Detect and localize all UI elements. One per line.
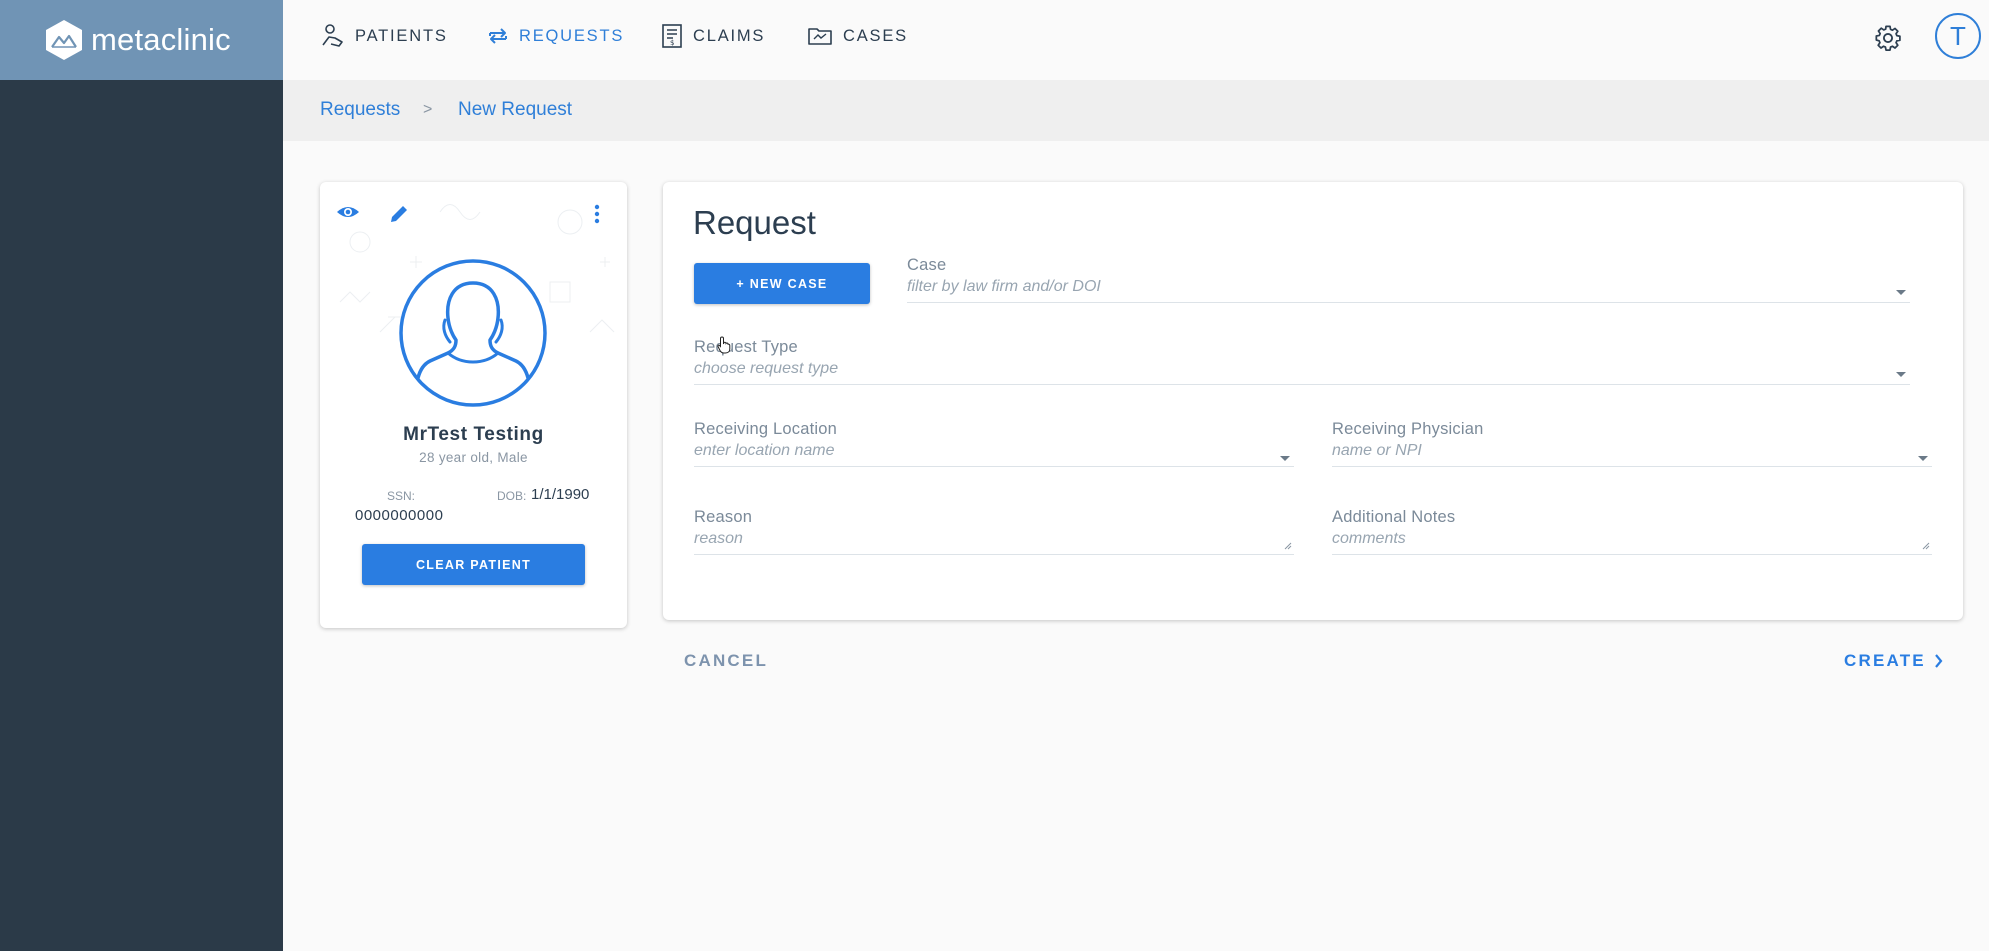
clear-patient-button[interactable]: CLEAR PATIENT [362, 544, 585, 585]
reason-textarea[interactable] [694, 527, 1294, 555]
claim-document-icon: $ [662, 24, 682, 48]
new-case-button[interactable]: + NEW CASE [694, 263, 870, 304]
case-label: Case [907, 256, 947, 274]
ssn-value: 0000000000 [355, 507, 444, 524]
breadcrumb: Requests > New Request [283, 80, 1989, 141]
request-title: Request [693, 204, 816, 241]
breadcrumb-separator: > [423, 101, 433, 118]
chevron-right-icon [1934, 654, 1943, 668]
chevron-down-icon[interactable] [1918, 456, 1928, 461]
receiving-location-input[interactable] [694, 439, 1294, 467]
chevron-down-icon[interactable] [1896, 372, 1906, 377]
create-label: CREATE [1844, 651, 1926, 670]
reason-field: Reason [694, 508, 1294, 555]
patient-hand-icon [322, 24, 343, 47]
patient-card: MrTest Testing 28 year old, Male SSN: 00… [320, 182, 627, 628]
additional-notes-textarea[interactable] [1332, 527, 1932, 555]
request-form-card: Request + NEW CASE Case Request Type Rec… [663, 182, 1963, 620]
case-field: Case [907, 256, 1910, 303]
nav-patients[interactable]: PATIENTS [321, 18, 448, 54]
nav-claims[interactable]: $ CLAIMS [661, 18, 765, 54]
more-vertical-icon[interactable] [593, 204, 601, 224]
case-input[interactable] [907, 275, 1910, 303]
request-type-select[interactable] [694, 357, 1910, 385]
folder-case-icon [808, 28, 832, 45]
request-type-field: Request Type [694, 338, 1910, 385]
eye-icon[interactable] [336, 204, 360, 220]
chevron-down-icon[interactable] [1280, 456, 1290, 461]
breadcrumb-requests-link[interactable]: Requests [320, 99, 400, 121]
receiving-location-label: Receiving Location [694, 420, 838, 438]
resize-grip-icon[interactable] [1284, 542, 1292, 550]
nav-requests[interactable]: REQUESTS [487, 18, 624, 54]
breadcrumb-current: New Request [458, 99, 573, 120]
create-button[interactable]: CREATE [1844, 651, 1943, 671]
chevron-down-icon[interactable] [1896, 290, 1906, 295]
receiving-physician-field: Receiving Physician [1332, 420, 1932, 467]
resize-grip-icon[interactable] [1922, 542, 1930, 550]
person-avatar-icon [399, 259, 547, 407]
sidebar: metaclinic [0, 0, 283, 951]
nav-claims-label: CLAIMS [693, 26, 766, 45]
reason-label: Reason [694, 508, 753, 526]
ssn-label: SSN: [387, 489, 416, 503]
repeat-arrows-icon [489, 28, 507, 44]
user-avatar-button[interactable]: T [1935, 13, 1981, 59]
hand-cursor-icon [717, 336, 731, 354]
receiving-physician-input[interactable] [1332, 439, 1932, 467]
receiving-physician-label: Receiving Physician [1332, 420, 1484, 438]
nav-cases[interactable]: CASES [807, 18, 908, 54]
dob-label: DOB: [497, 489, 527, 503]
additional-notes-field: Additional Notes [1332, 508, 1932, 555]
cancel-button[interactable]: CANCEL [684, 651, 768, 671]
nav-cases-label: CASES [843, 26, 908, 45]
request-type-label: Request Type [694, 338, 798, 356]
dob-value: 1/1/1990 [531, 486, 590, 503]
mountain-logo-icon [46, 20, 82, 60]
patient-age-sex: 28 year old, Male [419, 450, 528, 465]
brand-name: metaclinic [91, 22, 231, 57]
additional-notes-label: Additional Notes [1332, 508, 1456, 526]
nav-patients-label: PATIENTS [355, 26, 448, 45]
top-nav: PATIENTS REQUESTS $ CLAIMS CASES T [283, 0, 1989, 80]
gear-icon[interactable] [1874, 24, 1902, 52]
patient-name: MrTest Testing [403, 424, 544, 445]
svg-text:$: $ [670, 39, 676, 47]
nav-requests-label: REQUESTS [519, 26, 625, 45]
brand-header[interactable]: metaclinic [0, 0, 283, 80]
receiving-location-field: Receiving Location [694, 420, 1294, 467]
pencil-icon[interactable] [389, 204, 409, 224]
